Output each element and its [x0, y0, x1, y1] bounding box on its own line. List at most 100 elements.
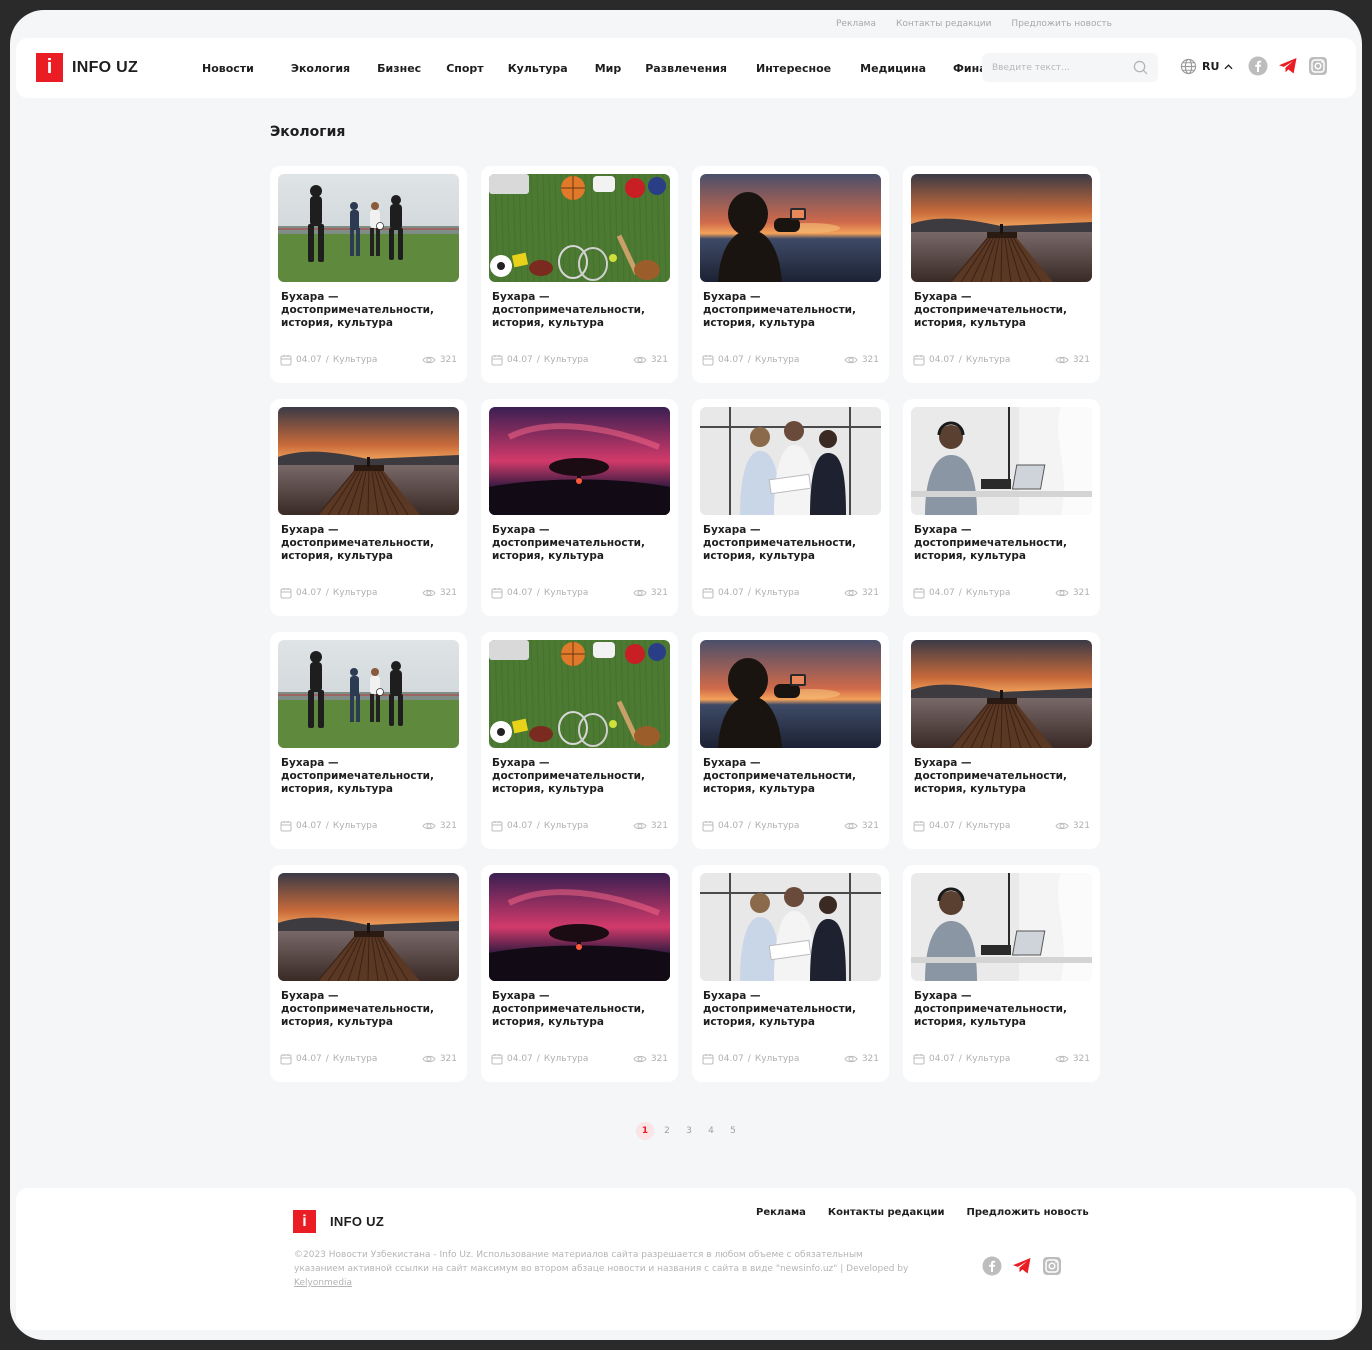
nav-item-news[interactable]: Новости: [202, 62, 254, 75]
facebook-icon[interactable]: [1248, 56, 1268, 76]
news-card-category[interactable]: Культура: [966, 1054, 1011, 1064]
news-card-title[interactable]: Бухара — достопримечательности, история,…: [278, 291, 463, 330]
nav-item-interesting[interactable]: Интересное: [756, 62, 831, 75]
news-card[interactable]: Бухара — достопримечательности, история,…: [692, 166, 889, 383]
news-card-image[interactable]: [489, 407, 670, 515]
news-card[interactable]: Бухара — достопримечательности, история,…: [903, 865, 1100, 1082]
news-card[interactable]: Бухара — достопримечательности, история,…: [692, 865, 889, 1082]
news-card-image[interactable]: [489, 873, 670, 981]
news-card-image[interactable]: [700, 873, 881, 981]
news-card-category[interactable]: Культура: [333, 355, 378, 365]
news-card-meta: 04.07 / Культура 321: [702, 1053, 879, 1065]
news-card-category[interactable]: Культура: [544, 1054, 589, 1064]
news-card-image[interactable]: [278, 174, 459, 282]
news-card-category[interactable]: Культура: [544, 821, 589, 831]
search-icon[interactable]: [1133, 60, 1148, 75]
instagram-icon[interactable]: [1042, 1256, 1062, 1276]
news-card-image[interactable]: [911, 407, 1092, 515]
telegram-icon[interactable]: [1012, 1256, 1032, 1276]
news-card[interactable]: Бухара — достопримечательности, история,…: [481, 865, 678, 1082]
news-card-image[interactable]: [911, 873, 1092, 981]
news-card-image[interactable]: [278, 640, 459, 748]
page-1[interactable]: 1: [636, 1122, 654, 1140]
news-card[interactable]: Бухара — достопримечательности, история,…: [270, 399, 467, 616]
news-card-category[interactable]: Культура: [966, 588, 1011, 598]
nav-item-culture[interactable]: Культура: [508, 62, 568, 75]
page-4[interactable]: 4: [702, 1122, 720, 1140]
news-card-image[interactable]: [911, 640, 1092, 748]
top-link-ads[interactable]: Реклама: [836, 19, 876, 29]
news-card[interactable]: Бухара — достопримечательности, история,…: [270, 865, 467, 1082]
news-card-image[interactable]: [911, 174, 1092, 282]
news-card[interactable]: Бухара — достопримечательности, история,…: [692, 632, 889, 849]
news-card-category[interactable]: Культура: [333, 1054, 378, 1064]
news-card-image[interactable]: [489, 174, 670, 282]
news-card[interactable]: Бухара — достопримечательности, история,…: [481, 399, 678, 616]
telegram-icon[interactable]: [1278, 56, 1298, 76]
instagram-icon[interactable]: [1308, 56, 1328, 76]
page-5[interactable]: 5: [724, 1122, 742, 1140]
top-link-contacts[interactable]: Контакты редакции: [896, 19, 991, 29]
news-card-title[interactable]: Бухара — достопримечательности, история,…: [911, 757, 1096, 796]
facebook-icon[interactable]: [982, 1256, 1002, 1276]
page-2[interactable]: 2: [658, 1122, 676, 1140]
news-card-image[interactable]: [700, 174, 881, 282]
page-3[interactable]: 3: [680, 1122, 698, 1140]
news-card[interactable]: Бухара — достопримечательности, история,…: [903, 632, 1100, 849]
news-card[interactable]: Бухара — достопримечательности, история,…: [481, 632, 678, 849]
news-card-title[interactable]: Бухара — достопримечательности, история,…: [278, 990, 463, 1029]
footer-link-ads[interactable]: Реклама: [756, 1207, 806, 1218]
news-card-meta: 04.07 / Культура 321: [913, 1053, 1090, 1065]
news-card-title[interactable]: Бухара — достопримечательности, история,…: [700, 524, 885, 563]
nav-item-sport[interactable]: Спорт: [446, 62, 483, 75]
news-card[interactable]: Бухара — достопримечательности, история,…: [903, 399, 1100, 616]
news-card-title[interactable]: Бухара — достопримечательности, история,…: [489, 757, 674, 796]
news-card-category[interactable]: Культура: [755, 821, 800, 831]
news-card-image[interactable]: [700, 407, 881, 515]
news-card-category[interactable]: Культура: [755, 355, 800, 365]
news-card-title[interactable]: Бухара — достопримечательности, история,…: [489, 524, 674, 563]
footer-link-contacts[interactable]: Контакты редакции: [828, 1207, 945, 1218]
news-card-title[interactable]: Бухара — достопримечательности, история,…: [700, 990, 885, 1029]
footer-logo[interactable]: i INFO UZ: [293, 1210, 384, 1233]
news-card[interactable]: Бухара — достопримечательности, история,…: [270, 166, 467, 383]
news-card-image[interactable]: [700, 640, 881, 748]
news-card-image[interactable]: [489, 640, 670, 748]
developer-link[interactable]: Kelyonmedia: [294, 1278, 352, 1288]
meta-separator: /: [747, 1054, 751, 1064]
calendar-icon: [913, 821, 925, 832]
news-card-title[interactable]: Бухара — достопримечательности, история,…: [489, 990, 674, 1029]
news-card-category[interactable]: Культура: [544, 588, 589, 598]
news-card-category[interactable]: Культура: [333, 588, 378, 598]
news-card-image[interactable]: [278, 407, 459, 515]
news-card[interactable]: Бухара — достопримечательности, история,…: [481, 166, 678, 383]
nav-item-medicine[interactable]: Медицина: [860, 62, 926, 75]
news-card-title[interactable]: Бухара — достопримечательности, история,…: [911, 291, 1096, 330]
nav-item-business[interactable]: Бизнес: [377, 62, 421, 75]
language-switcher[interactable]: RU: [1180, 58, 1233, 75]
news-card-category[interactable]: Культура: [966, 355, 1011, 365]
search-input[interactable]: [982, 53, 1122, 82]
news-card[interactable]: Бухара — достопримечательности, история,…: [903, 166, 1100, 383]
top-link-suggest-news[interactable]: Предложить новость: [1011, 19, 1112, 29]
news-card-category[interactable]: Культура: [544, 355, 589, 365]
news-card-title[interactable]: Бухара — достопримечательности, история,…: [700, 291, 885, 330]
footer-link-suggest-news[interactable]: Предложить новость: [967, 1207, 1089, 1218]
news-card-category[interactable]: Культура: [755, 1054, 800, 1064]
news-card[interactable]: Бухара — достопримечательности, история,…: [270, 632, 467, 849]
nav-item-entertainment[interactable]: Развлечения: [645, 62, 727, 75]
news-card-title[interactable]: Бухара — достопримечательности, история,…: [489, 291, 674, 330]
news-card-title[interactable]: Бухара — достопримечательности, история,…: [700, 757, 885, 796]
news-card-category[interactable]: Культура: [333, 821, 378, 831]
news-card-category[interactable]: Культура: [966, 821, 1011, 831]
logo[interactable]: i INFO UZ: [36, 53, 138, 82]
news-card-image[interactable]: [278, 873, 459, 981]
nav-item-ecology[interactable]: Экология: [291, 62, 350, 75]
news-card-title[interactable]: Бухара — достопримечательности, история,…: [911, 524, 1096, 563]
news-card[interactable]: Бухара — достопримечательности, история,…: [692, 399, 889, 616]
news-card-title[interactable]: Бухара — достопримечательности, история,…: [278, 757, 463, 796]
news-card-title[interactable]: Бухара — достопримечательности, история,…: [911, 990, 1096, 1029]
news-card-category[interactable]: Культура: [755, 588, 800, 598]
nav-item-world[interactable]: Мир: [595, 62, 622, 75]
news-card-title[interactable]: Бухара — достопримечательности, история,…: [278, 524, 463, 563]
